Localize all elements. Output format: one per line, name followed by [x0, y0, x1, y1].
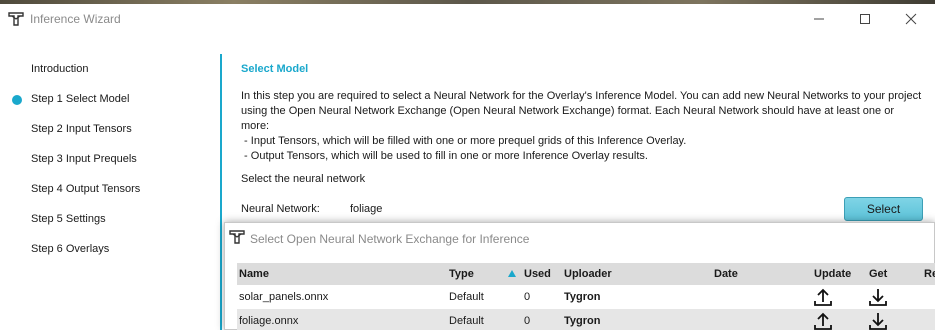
description-line: using the Open Neural Network Exchange (…	[241, 105, 895, 117]
select-button[interactable]: Select	[844, 197, 923, 221]
sidebar-item-step-6[interactable]: Step 6 Overlays	[31, 243, 109, 255]
cell-name: foliage.onnx	[239, 315, 299, 327]
active-step-indicator	[12, 95, 22, 105]
column-header-re[interactable]: Re	[924, 268, 935, 280]
sidebar-item-introduction[interactable]: Introduction	[31, 63, 88, 75]
sidebar-item-step-1[interactable]: Step 1 Select Model	[31, 93, 129, 105]
sidebar-item-step-3[interactable]: Step 3 Input Prequels	[31, 153, 137, 165]
sidebar-item-step-4[interactable]: Step 4 Output Tensors	[31, 183, 140, 195]
description-line: more:	[241, 120, 270, 132]
tygron-logo-icon	[8, 12, 24, 26]
upload-icon[interactable]	[813, 287, 833, 307]
cell-uploader: Tygron	[564, 291, 601, 303]
maximize-button[interactable]	[842, 4, 888, 34]
step-description: In this step you are required to select …	[241, 89, 931, 164]
maximize-icon	[860, 14, 870, 24]
cell-used: 0	[524, 315, 531, 327]
sidebar-item-step-5[interactable]: Step 5 Settings	[31, 213, 106, 225]
description-line: - Output Tensors, which will be used to …	[241, 150, 648, 162]
neural-network-label: Neural Network:	[241, 203, 320, 215]
upload-icon[interactable]	[813, 311, 833, 330]
cell-name: solar_panels.onnx	[239, 291, 329, 303]
neural-network-value: foliage	[350, 203, 383, 215]
cell-type: Default	[449, 291, 484, 303]
column-header-date[interactable]: Date	[714, 268, 738, 280]
section-title: Select Model	[241, 63, 309, 75]
title-bar: Inference Wizard	[0, 4, 935, 34]
tygron-logo-icon	[229, 230, 245, 244]
cell-type: Default	[449, 315, 484, 327]
download-icon[interactable]	[868, 311, 888, 330]
minimize-icon	[814, 18, 824, 20]
inference-wizard-window: Inference Wizard Introduction Step 1 Sel…	[0, 4, 935, 330]
wizard-steps-sidebar	[0, 34, 220, 330]
table-row[interactable]: foliage.onnx Default 0 Tygron	[237, 309, 935, 330]
select-onnx-dialog: Select Open Neural Network Exchange for …	[224, 222, 935, 330]
minimize-button[interactable]	[796, 4, 842, 34]
table-row[interactable]: solar_panels.onnx Default 0 Tygron	[237, 285, 935, 309]
description-line: In this step you are required to select …	[241, 90, 922, 102]
column-header-type[interactable]: Type	[449, 268, 474, 280]
column-header-uploader[interactable]: Uploader	[564, 268, 612, 280]
cell-uploader: Tygron	[564, 315, 601, 327]
download-icon[interactable]	[868, 287, 888, 307]
column-header-name[interactable]: Name	[239, 268, 269, 280]
table-header: Name Type Used Uploader Date Update Get …	[237, 263, 935, 285]
column-header-used[interactable]: Used	[524, 268, 551, 280]
select-prompt: Select the neural network	[241, 173, 366, 185]
column-header-get[interactable]: Get	[869, 268, 887, 280]
sidebar-divider	[220, 54, 222, 330]
close-icon	[905, 13, 917, 25]
dialog-title: Select Open Neural Network Exchange for …	[250, 232, 530, 246]
description-line: - Input Tensors, which will be filled wi…	[241, 135, 687, 147]
column-header-update[interactable]: Update	[814, 268, 851, 280]
close-button[interactable]	[888, 4, 934, 34]
sidebar-item-step-2[interactable]: Step 2 Input Tensors	[31, 123, 132, 135]
cell-used: 0	[524, 291, 531, 303]
sort-ascending-icon	[508, 270, 516, 277]
window-title: Inference Wizard	[30, 12, 121, 26]
